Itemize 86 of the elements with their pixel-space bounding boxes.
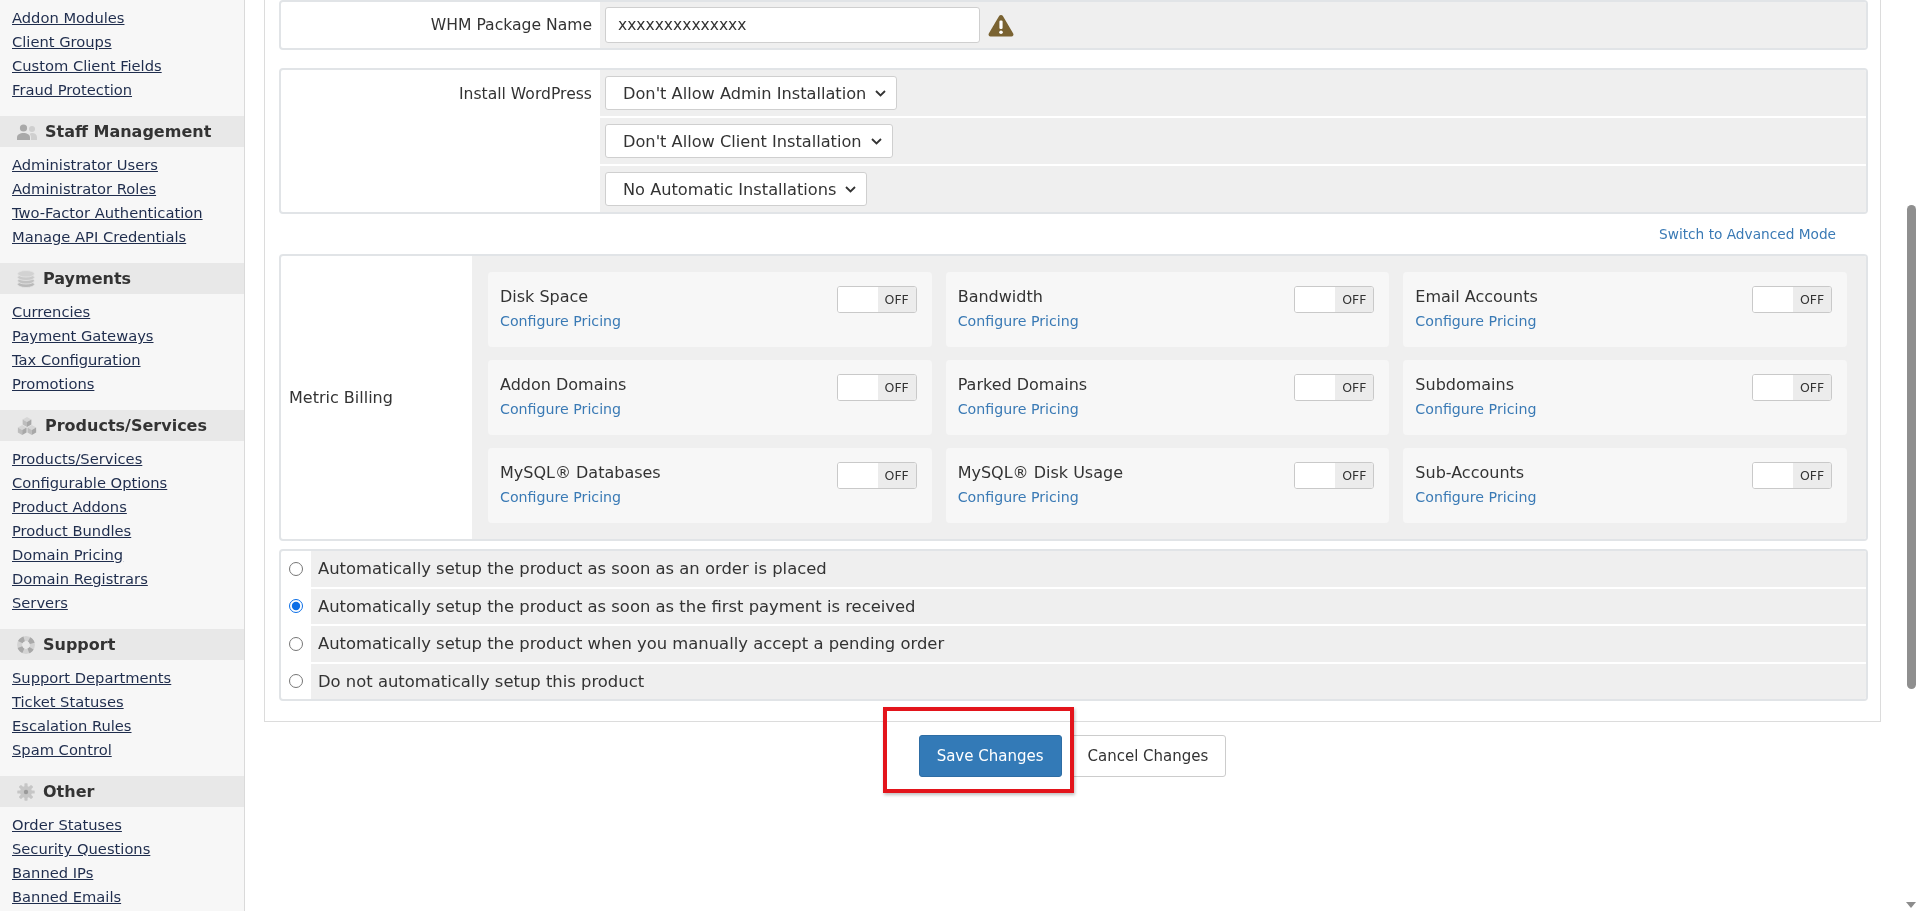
toggle-switch[interactable]: OFF <box>836 462 917 489</box>
radio-button[interactable] <box>289 561 303 576</box>
sidebar-link[interactable]: Ticket Statuses <box>12 693 124 710</box>
sidebar-link[interactable]: Product Addons <box>12 498 127 515</box>
sidebar-link[interactable]: Domain Pricing <box>12 546 124 563</box>
sidebar-link[interactable]: Servers <box>12 594 68 611</box>
sidebar-link[interactable]: Administrator Roles <box>12 180 157 197</box>
coin-stack-icon <box>17 269 35 288</box>
sidebar-link[interactable]: Product Bundles <box>12 522 132 539</box>
sidebar-link[interactable]: Banned IPs <box>12 864 94 881</box>
sidebar-link[interactable]: Addon Modules <box>12 9 125 26</box>
chevron-down-icon <box>870 137 882 145</box>
sidebar-link[interactable]: Domain Registrars <box>12 570 148 587</box>
sidebar-link[interactable]: Currencies <box>12 303 91 320</box>
sidebar-link[interactable]: Payment Gateways <box>12 327 154 344</box>
people-icon <box>17 123 37 140</box>
field-label: Install WordPress <box>458 85 592 103</box>
toggle-switch[interactable]: OFF <box>836 374 917 401</box>
option-label: Do not automatically setup this product <box>311 663 1866 699</box>
metric-name: Addon Domains <box>500 374 627 396</box>
save-button[interactable]: Save Changes <box>918 735 1062 777</box>
cubes-icon <box>17 416 37 435</box>
configure-pricing-link[interactable]: Configure Pricing <box>957 486 1079 508</box>
gear-icon <box>17 782 35 801</box>
radio-button[interactable] <box>289 674 303 689</box>
sidebar-link[interactable]: Order Statuses <box>12 816 122 833</box>
toggle-switch[interactable]: OFF <box>1752 462 1832 489</box>
sidebar-link[interactable]: Spam Control <box>12 741 112 758</box>
metric-name: Sub-Accounts <box>1415 462 1525 484</box>
dropdown[interactable]: Don't Allow Admin Installation <box>605 76 898 110</box>
option-label: Automatically setup the product as soon as an order is placed <box>311 551 1866 587</box>
sidebar-section-title: Staff Management <box>45 122 212 141</box>
configure-pricing-link[interactable]: Configure Pricing <box>500 486 622 508</box>
metric-name: MySQL® Databases <box>500 462 661 484</box>
field-label: WHM Package Name <box>430 16 592 34</box>
toggle-switch[interactable]: OFF <box>836 286 917 313</box>
sidebar-section-title: Support <box>43 635 116 654</box>
metric-name: Parked Domains <box>957 374 1088 396</box>
dropdown[interactable]: Don't Allow Client Installation <box>605 124 893 158</box>
configure-pricing-link[interactable]: Configure Pricing <box>957 398 1079 420</box>
field-label: Metric Billing <box>289 387 393 407</box>
toggle-switch[interactable]: OFF <box>1752 374 1832 401</box>
toggle-switch[interactable]: OFF <box>1752 286 1832 313</box>
advanced-mode-link[interactable]: Switch to Advanced Mode <box>1659 226 1836 242</box>
metric-name: Disk Space <box>500 286 589 308</box>
sidebar-section-title: Other <box>43 782 95 801</box>
sidebar-link[interactable]: Fraud Protection <box>12 81 133 98</box>
sidebar-link[interactable]: Promotions <box>12 375 95 392</box>
toggle-switch[interactable]: OFF <box>1294 462 1375 489</box>
sidebar-section-title: Payments <box>43 269 132 288</box>
sidebar-link[interactable]: Security Questions <box>12 840 151 857</box>
configure-pricing-link[interactable]: Configure Pricing <box>1415 310 1537 332</box>
metric-name: MySQL® Disk Usage <box>957 462 1123 484</box>
sidebar-link[interactable]: Products/Services <box>12 450 143 467</box>
configure-pricing-link[interactable]: Configure Pricing <box>1415 486 1537 508</box>
radio-button[interactable] <box>289 636 303 651</box>
sidebar-link[interactable]: Client Groups <box>12 33 112 50</box>
configure-pricing-link[interactable]: Configure Pricing <box>1415 398 1537 420</box>
option-label: Automatically setup the product as soon as the first payment is received <box>311 588 1866 624</box>
configure-pricing-link[interactable]: Configure Pricing <box>500 310 622 332</box>
chevron-down-icon <box>875 89 887 97</box>
toggle-switch[interactable]: OFF <box>1294 374 1375 401</box>
metric-name: Subdomains <box>1415 374 1515 396</box>
sidebar-link[interactable]: Custom Client Fields <box>12 57 162 74</box>
configure-pricing-link[interactable]: Configure Pricing <box>957 310 1079 332</box>
sidebar-link[interactable]: Tax Configuration <box>12 351 141 368</box>
radio-button[interactable] <box>289 599 303 614</box>
toggle-switch[interactable]: OFF <box>1294 286 1375 313</box>
chevron-down-icon <box>845 185 857 193</box>
metric-name: Bandwidth <box>957 286 1043 308</box>
sidebar-link[interactable]: Escalation Rules <box>12 717 132 734</box>
sidebar-link[interactable]: Banned Emails <box>12 888 122 905</box>
text-field[interactable]: xxxxxxxxxxxxxx <box>605 7 980 43</box>
sidebar-link[interactable]: Configurable Options <box>12 474 168 491</box>
life-ring-icon <box>17 635 35 654</box>
scrollbar-thumb[interactable] <box>1906 205 1916 689</box>
sidebar-link[interactable]: Support Departments <box>12 669 172 686</box>
metric-name: Email Accounts <box>1415 286 1538 308</box>
sidebar-section-title: Products/Services <box>45 416 207 435</box>
triangle-down-icon[interactable] <box>1906 902 1916 908</box>
sidebar-link[interactable]: Manage API Credentials <box>12 228 187 245</box>
sidebar-link[interactable]: Two-Factor Authentication <box>12 204 203 221</box>
configure-pricing-link[interactable]: Configure Pricing <box>500 398 622 420</box>
sidebar-link[interactable]: Administrator Users <box>12 156 158 173</box>
dropdown[interactable]: No Automatic Installations <box>605 172 868 206</box>
option-label: Automatically setup the product when you manually accept a pending order <box>311 626 1866 662</box>
